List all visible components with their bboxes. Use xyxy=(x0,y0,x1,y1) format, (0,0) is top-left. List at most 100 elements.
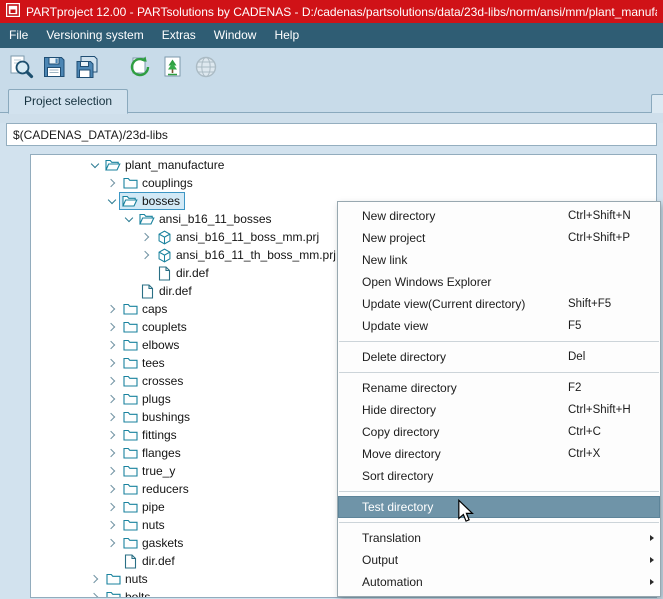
globe-icon xyxy=(193,54,219,80)
menu-item-label: New project xyxy=(362,231,568,245)
tab-overflow[interactable] xyxy=(651,94,663,113)
tree-item-body[interactable]: plugs xyxy=(119,390,176,408)
save-all-button[interactable] xyxy=(72,52,102,82)
submenu-arrow-icon xyxy=(646,535,654,541)
menu-item-rename-directory[interactable]: Rename directoryF2 xyxy=(338,377,660,399)
menu-item-test-directory[interactable]: Test directory xyxy=(338,496,660,518)
tree-item-body[interactable]: ansi_b16_11_bosses xyxy=(136,210,277,228)
chevron-right-icon[interactable] xyxy=(104,427,119,443)
menu-item-new-project[interactable]: New projectCtrl+Shift+P xyxy=(338,227,660,249)
chevron-right-icon[interactable] xyxy=(104,319,119,335)
tree-item-body[interactable]: dir.def xyxy=(136,282,197,300)
menu-item-open-windows-explorer[interactable]: Open Windows Explorer xyxy=(338,271,660,293)
tree-item-body[interactable]: gaskets xyxy=(119,534,188,552)
chevron-right-icon[interactable] xyxy=(104,463,119,479)
menu-item-label: Automation xyxy=(362,575,568,589)
menu-item-update-view[interactable]: Update viewF5 xyxy=(338,315,660,337)
menu-item-automation[interactable]: Automation xyxy=(338,571,660,593)
chevron-right-icon[interactable] xyxy=(104,445,119,461)
chevron-right-icon[interactable] xyxy=(104,355,119,371)
chevron-right-icon[interactable] xyxy=(104,535,119,551)
tree-item-label: tees xyxy=(142,356,165,370)
tree-item-label: gaskets xyxy=(142,536,183,550)
menu-item-shortcut: Ctrl+X xyxy=(568,448,646,460)
tree-item-body[interactable]: dir.def xyxy=(119,552,180,570)
tree-item-body[interactable]: elbows xyxy=(119,336,184,354)
menubar-item-window[interactable]: Window xyxy=(205,23,266,48)
chevron-down-icon[interactable] xyxy=(87,157,102,173)
tree-item-body[interactable]: nuts xyxy=(102,570,153,588)
menubar-item-file[interactable]: File xyxy=(0,23,37,48)
menu-item-new-link[interactable]: New link xyxy=(338,249,660,271)
tab-project-selection[interactable]: Project selection xyxy=(8,89,128,114)
chevron-right-icon[interactable] xyxy=(138,229,153,245)
menu-item-new-directory[interactable]: New directoryCtrl+Shift+N xyxy=(338,205,660,227)
tree-item-body[interactable]: bolts xyxy=(102,588,155,598)
chevron-right-icon[interactable] xyxy=(104,373,119,389)
tree-item-couplings[interactable]: couplings xyxy=(31,174,656,192)
tree-item-body[interactable]: bosses xyxy=(119,192,185,210)
tree-item-body[interactable]: couplings xyxy=(119,174,198,192)
folder-icon xyxy=(121,337,139,353)
chevron-right-icon[interactable] xyxy=(104,409,119,425)
tree-item-body[interactable]: fittings xyxy=(119,426,182,444)
save-button[interactable] xyxy=(39,52,69,82)
menu-item-copy-directory[interactable]: Copy directoryCtrl+C xyxy=(338,421,660,443)
tree-item-label: bolts xyxy=(125,590,150,598)
toolbar xyxy=(0,48,663,85)
update-project-button[interactable] xyxy=(125,52,155,82)
folder-icon xyxy=(121,517,139,533)
menu-item-update-view-current-directory[interactable]: Update view(Current directory)Shift+F5 xyxy=(338,293,660,315)
tree-item-body[interactable]: tees xyxy=(119,354,170,372)
chevron-right-icon[interactable] xyxy=(104,175,119,191)
folder-icon xyxy=(121,535,139,551)
tree-item-body[interactable]: plant_manufacture xyxy=(102,156,229,174)
tree-item-label: ansi_b16_11_bosses xyxy=(159,212,272,226)
chevron-right-icon[interactable] xyxy=(104,499,119,515)
chevron-right-icon[interactable] xyxy=(87,571,102,587)
tree-item-body[interactable]: pipe xyxy=(119,498,170,516)
tree-item-body[interactable]: true_y xyxy=(119,462,180,480)
menu-item-shortcut: F2 xyxy=(568,382,646,394)
tree-item-plant-manufacture[interactable]: plant_manufacture xyxy=(31,156,656,174)
tree-item-body[interactable]: bushings xyxy=(119,408,195,426)
menu-item-sort-directory[interactable]: Sort directory xyxy=(338,465,660,487)
folder-icon xyxy=(121,373,139,389)
chevron-down-icon[interactable] xyxy=(104,193,119,209)
menu-item-translation[interactable]: Translation xyxy=(338,527,660,549)
chevron-right-icon[interactable] xyxy=(104,481,119,497)
chevron-right-icon[interactable] xyxy=(104,301,119,317)
tree-item-body[interactable]: reducers xyxy=(119,480,194,498)
tree-item-body[interactable]: ansi_b16_11_boss_mm.prj xyxy=(153,228,324,246)
tree-item-body[interactable]: flanges xyxy=(119,444,186,462)
chevron-spacer xyxy=(104,553,119,569)
menu-item-move-directory[interactable]: Move directoryCtrl+X xyxy=(338,443,660,465)
menubar-item-extras[interactable]: Extras xyxy=(153,23,205,48)
project-icon xyxy=(155,247,173,263)
chevron-right-icon[interactable] xyxy=(87,589,102,598)
menu-item-output[interactable]: Output xyxy=(338,549,660,571)
chevron-right-icon[interactable] xyxy=(104,517,119,533)
tree-item-body[interactable]: crosses xyxy=(119,372,188,390)
web-catalog-button[interactable] xyxy=(191,52,221,82)
folder-icon xyxy=(121,391,139,407)
menu-item-hide-directory[interactable]: Hide directoryCtrl+Shift+H xyxy=(338,399,660,421)
chevron-right-icon[interactable] xyxy=(138,247,153,263)
folder-open-icon xyxy=(104,157,122,173)
chevron-down-icon[interactable] xyxy=(121,211,136,227)
update-tree-button[interactable] xyxy=(158,52,188,82)
search-button[interactable] xyxy=(6,52,36,82)
tree-item-body[interactable]: dir.def xyxy=(153,264,214,282)
menubar-item-versioning-system[interactable]: Versioning system xyxy=(37,23,152,48)
menubar-item-help[interactable]: Help xyxy=(265,23,308,48)
tree-item-body[interactable]: nuts xyxy=(119,516,170,534)
tree-item-body[interactable]: ansi_b16_11_th_boss_mm.prj xyxy=(153,246,341,264)
tree-item-body[interactable]: couplets xyxy=(119,318,192,336)
chevron-right-icon[interactable] xyxy=(104,337,119,353)
path-input[interactable] xyxy=(6,123,657,146)
menu-item-label: Hide directory xyxy=(362,403,568,417)
chevron-right-icon[interactable] xyxy=(104,391,119,407)
folder-icon xyxy=(121,301,139,317)
tree-item-body[interactable]: caps xyxy=(119,300,172,318)
menu-item-delete-directory[interactable]: Delete directoryDel xyxy=(338,346,660,368)
